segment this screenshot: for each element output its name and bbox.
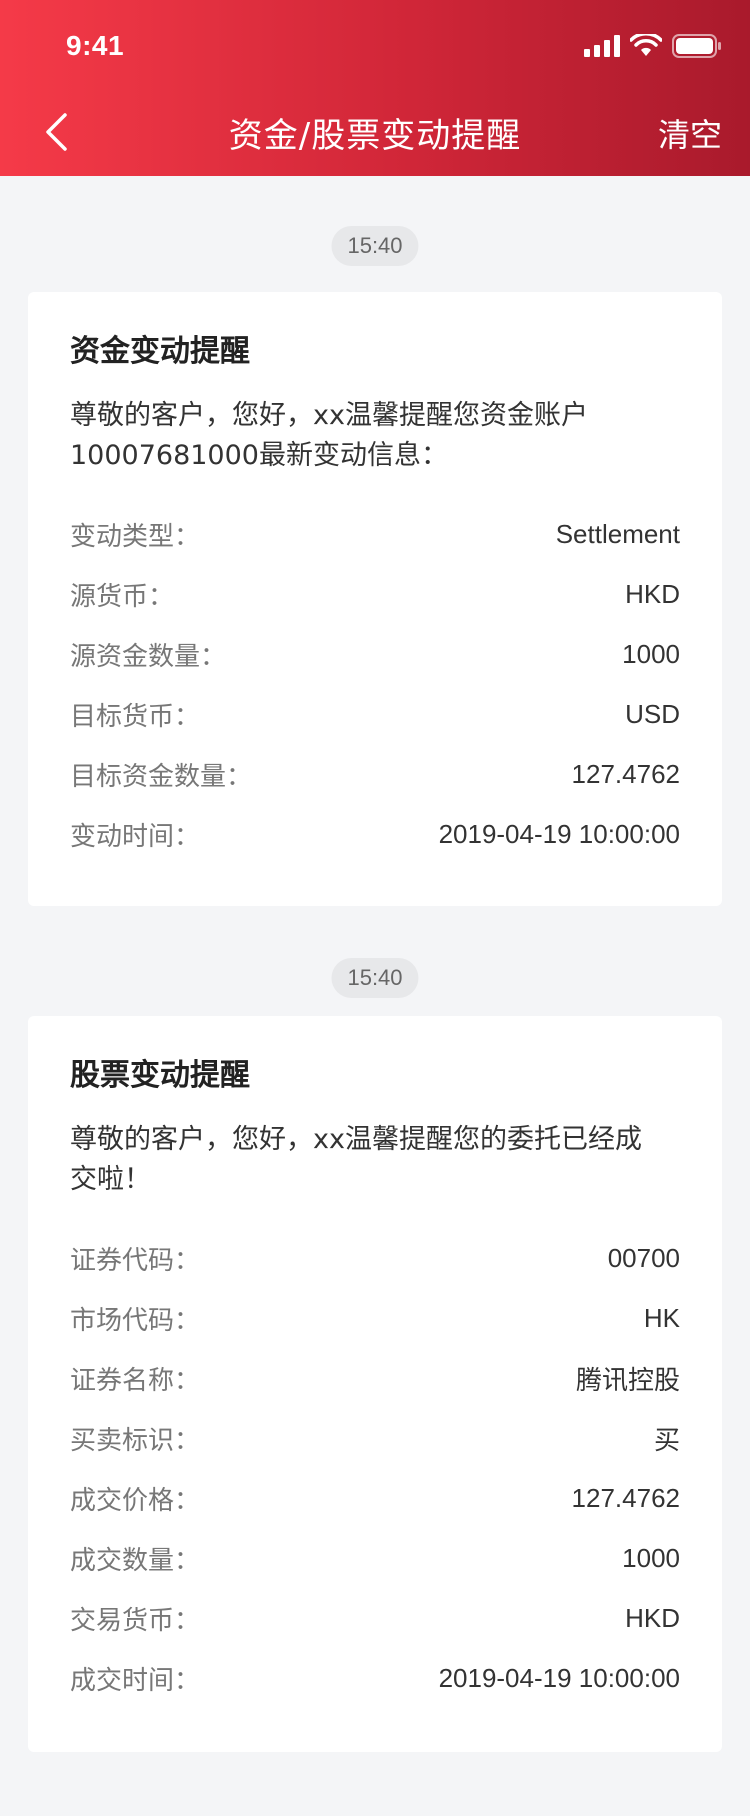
detail-value: 127.4762 bbox=[571, 1482, 680, 1513]
card-description: 尊敬的客户，您好，xx温馨提醒您资金账户10007681000最新变动信息： bbox=[70, 400, 588, 471]
detail-value: HKD bbox=[625, 578, 680, 609]
detail-value: 2019-04-19 10:00:00 bbox=[438, 1662, 680, 1693]
detail-value: 1000 bbox=[622, 638, 680, 669]
status-bar: 9:41 bbox=[0, 0, 750, 88]
detail-row: 证券名称： 腾讯控股 bbox=[70, 1348, 680, 1408]
detail-label: 交易货币： bbox=[70, 1605, 201, 1636]
detail-value: 1000 bbox=[622, 1542, 680, 1573]
detail-value: 00700 bbox=[607, 1242, 680, 1273]
detail-list: 证券代码： 00700 市场代码： HK 证券名称： 腾讯控股 买卖标识： 买 … bbox=[70, 1228, 680, 1708]
detail-list: 变动类型： Settlement 源货币： HKD 源资金数量： 1000 目标… bbox=[70, 504, 680, 864]
detail-row: 源资金数量： 1000 bbox=[70, 624, 680, 684]
detail-label: 证券代码： bbox=[70, 1245, 201, 1276]
detail-row: 成交价格： 127.4762 bbox=[70, 1468, 680, 1528]
page-title: 资金/股票变动提醒 bbox=[228, 116, 522, 156]
detail-label: 目标资金数量： bbox=[70, 761, 253, 792]
detail-label: 证券名称： bbox=[70, 1365, 201, 1396]
detail-value: HK bbox=[643, 1302, 680, 1333]
detail-label: 目标货币： bbox=[70, 701, 201, 732]
detail-label: 成交数量： bbox=[70, 1545, 201, 1576]
detail-value: USD bbox=[625, 698, 680, 729]
card-description: 尊敬的客户，您好，xx温馨提醒您的委托已经成交啦！ bbox=[70, 1124, 642, 1195]
detail-row: 源货币： HKD bbox=[70, 564, 680, 624]
detail-row: 成交数量： 1000 bbox=[70, 1528, 680, 1588]
detail-label: 源资金数量： bbox=[70, 641, 227, 672]
wifi-icon bbox=[630, 34, 662, 56]
fund-change-card: 资金变动提醒 尊敬的客户，您好，xx温馨提醒您资金账户10007681000最新… bbox=[28, 292, 722, 906]
message-timestamp: 15:40 bbox=[331, 958, 419, 998]
card-title: 资金变动提醒 bbox=[70, 334, 250, 369]
card-title: 股票变动提醒 bbox=[70, 1058, 250, 1093]
detail-row: 交易货币： HKD bbox=[70, 1588, 680, 1648]
detail-row: 买卖标识： 买 bbox=[70, 1408, 680, 1468]
detail-value: 腾讯控股 bbox=[575, 1364, 680, 1395]
detail-label: 买卖标识： bbox=[70, 1425, 201, 1456]
detail-value: Settlement bbox=[555, 518, 680, 549]
detail-value: HKD bbox=[625, 1602, 680, 1633]
clear-button[interactable]: 清空 bbox=[658, 110, 722, 156]
detail-value: 2019-04-19 10:00:00 bbox=[438, 818, 680, 849]
cellular-signal-icon bbox=[584, 35, 620, 57]
detail-label: 成交时间： bbox=[70, 1665, 201, 1696]
detail-label: 市场代码： bbox=[70, 1305, 201, 1336]
detail-row: 成交时间： 2019-04-19 10:00:00 bbox=[70, 1648, 680, 1708]
detail-label: 成交价格： bbox=[70, 1485, 201, 1516]
message-timestamp: 15:40 bbox=[331, 226, 419, 266]
stock-change-card: 股票变动提醒 尊敬的客户，您好，xx温馨提醒您的委托已经成交啦！ 证券代码： 0… bbox=[28, 1016, 722, 1752]
detail-row: 市场代码： HK bbox=[70, 1288, 680, 1348]
status-time: 9:41 bbox=[66, 30, 125, 61]
battery-icon bbox=[672, 34, 721, 58]
detail-label: 变动时间： bbox=[70, 821, 201, 852]
detail-value: 买 bbox=[653, 1424, 680, 1455]
status-icons bbox=[584, 34, 722, 58]
detail-row: 目标货币： USD bbox=[70, 684, 680, 744]
detail-row: 目标资金数量： 127.4762 bbox=[70, 744, 680, 804]
detail-row: 变动时间： 2019-04-19 10:00:00 bbox=[70, 804, 680, 864]
nav-bar: 资金/股票变动提醒 清空 bbox=[0, 88, 750, 176]
detail-row: 证券代码： 00700 bbox=[70, 1228, 680, 1288]
app-header: 9:41 资金/股票变动提醒 清空 bbox=[0, 0, 750, 176]
detail-row: 变动类型： Settlement bbox=[70, 504, 680, 564]
detail-label: 源货币： bbox=[70, 581, 175, 612]
detail-value: 127.4762 bbox=[571, 758, 680, 789]
detail-label: 变动类型： bbox=[70, 521, 201, 552]
